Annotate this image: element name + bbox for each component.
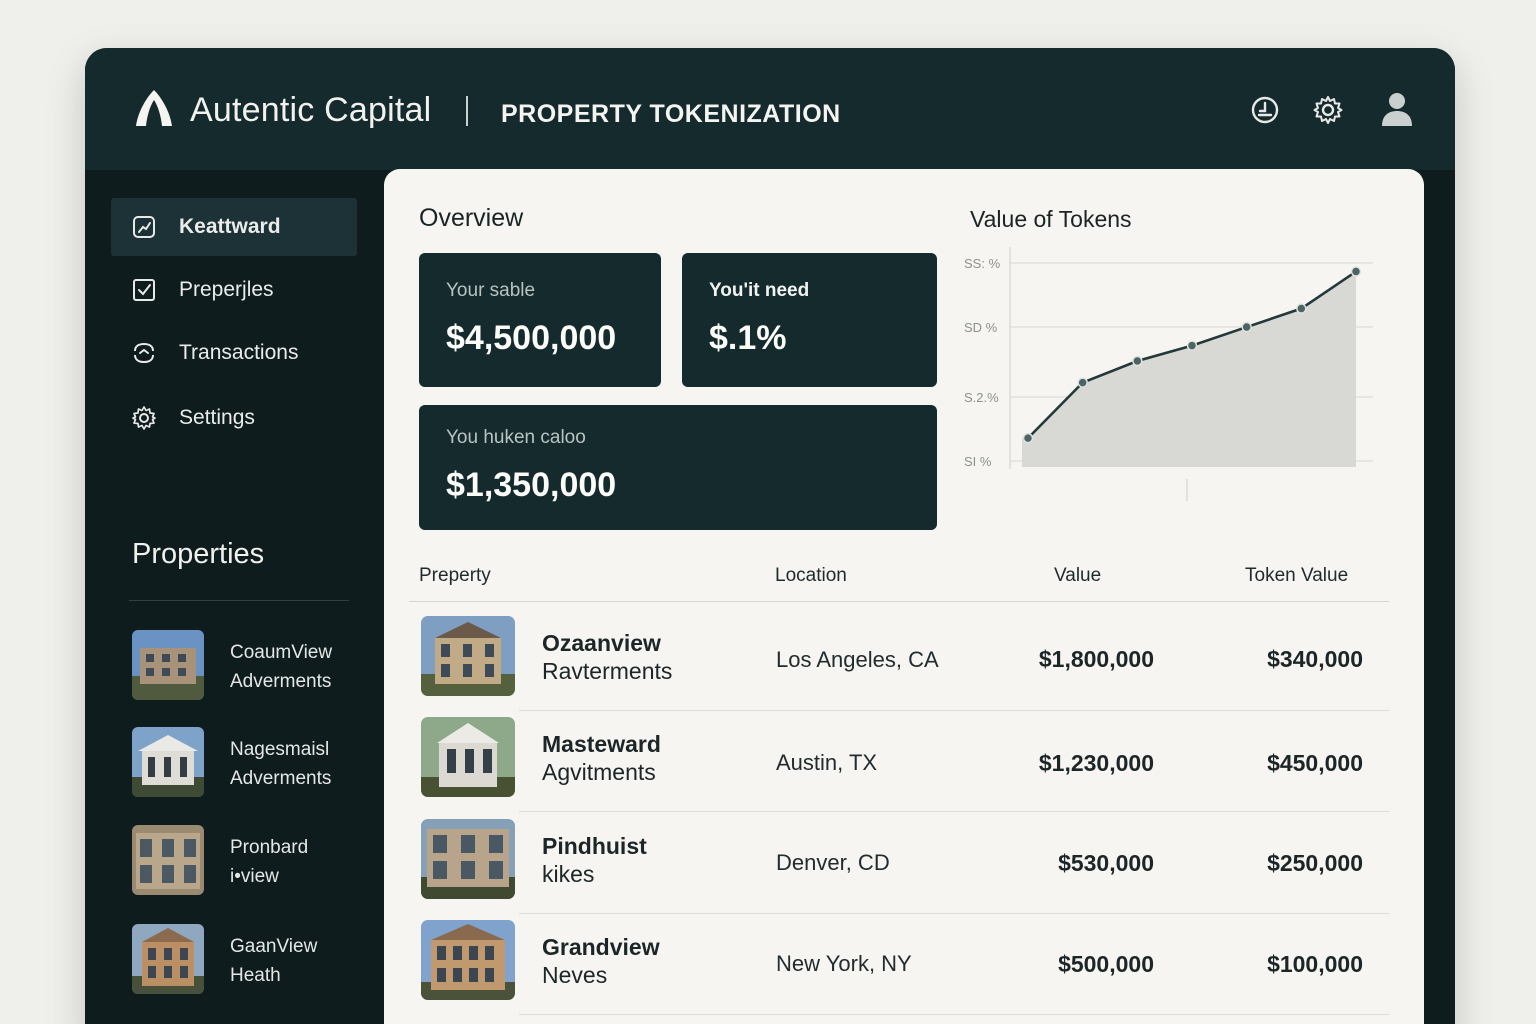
column-header-value[interactable]: Value [1054, 565, 1101, 587]
stat-card-balance: Your sable $4,500,000 [419, 253, 661, 387]
column-header-token-value[interactable]: Token Value [1245, 565, 1348, 587]
property-name: GaanView Heath [230, 936, 318, 986]
sidebar: Keattward Preperjles Transactions Settin… [85, 170, 383, 1024]
chart-title: Value of Tokens [970, 206, 1132, 232]
stat-value: $.1% [709, 319, 787, 357]
sidebar-property-item[interactable]: CoaumView Adverments [132, 630, 372, 702]
gear-icon [132, 406, 156, 430]
property-thumbnail [421, 717, 515, 797]
property-value: $530,000 [1058, 850, 1154, 876]
sidebar-property-item[interactable]: GaanView Heath [132, 924, 372, 996]
dashboard-icon [133, 216, 155, 238]
main-panel: Overview Your sable $4,500,000 You'it ne… [384, 169, 1424, 1024]
row-divider [519, 1014, 1389, 1015]
data-point [1241, 321, 1252, 333]
data-point [1022, 432, 1034, 444]
app-window: Autentic Capital PROPERTY TOKENIZATION K… [85, 48, 1455, 1024]
property-name: Pronbard i•view [230, 837, 309, 887]
sidebar-item-properties[interactable]: Preperjles [111, 261, 357, 319]
property-location: Los Angeles, CA [776, 647, 939, 672]
data-point [1350, 266, 1362, 277]
properties-heading: Properties [132, 538, 265, 570]
data-point [1296, 303, 1307, 314]
divider [129, 600, 349, 601]
property-name: Nagesmaisl Adverments [230, 739, 332, 789]
property-value: $500,000 [1058, 951, 1154, 977]
property-thumbnail [421, 616, 515, 696]
sidebar-item-dashboard[interactable]: Keattward [111, 198, 357, 256]
top-bar: Autentic Capital PROPERTY TOKENIZATION [85, 48, 1455, 170]
table-row[interactable]: Ozaanview Ravterments Los Angeles, CA $1,… [409, 609, 1389, 711]
sidebar-item-label: Preperjles [179, 278, 274, 301]
exchange-icon [134, 342, 154, 364]
property-thumbnail [421, 920, 515, 1000]
data-point [1132, 355, 1143, 367]
property-location: Denver, CD [776, 850, 890, 875]
gear-icon[interactable] [1312, 94, 1344, 126]
table-row[interactable]: Masteward Agvitments Austin, TX $1,230,00… [409, 711, 1389, 812]
property-thumbnail [421, 819, 515, 899]
stat-card-need: You'it need $.1% [682, 253, 937, 387]
data-point [1186, 340, 1198, 351]
column-header-property[interactable]: Preperty [419, 565, 491, 587]
clock-icon[interactable] [1249, 94, 1281, 126]
stat-label: You huken caloo [446, 427, 586, 448]
property-token-value: $340,000 [1267, 646, 1363, 672]
sidebar-item-settings[interactable]: Settings [111, 389, 357, 447]
logo-icon [136, 90, 172, 126]
property-value: $1,800,000 [1038, 646, 1154, 672]
sidebar-property-item[interactable]: Pronbard i•view [132, 825, 372, 897]
area-fill [1022, 271, 1356, 467]
property-thumbnail [132, 630, 204, 700]
brand-divider [466, 96, 468, 126]
property-token-value: $450,000 [1267, 750, 1363, 776]
stat-value: $1,350,000 [446, 466, 617, 504]
property-thumbnail [132, 825, 204, 895]
sidebar-item-transactions[interactable]: Transactions [111, 324, 357, 382]
page-title: PROPERTY TOKENIZATION [501, 100, 841, 128]
stat-label: You'it need [709, 280, 810, 301]
user-icon[interactable] [1380, 90, 1414, 126]
y-tick-label: SS: % [964, 256, 1001, 271]
sidebar-item-label: Transactions [179, 341, 299, 364]
table-row[interactable]: Pindhuist kikes Denver, CD $530,000 $250,… [409, 812, 1389, 914]
stat-value: $4,500,000 [446, 319, 617, 357]
property-name: Masteward Agvitments [542, 731, 661, 785]
property-location: New York, NY [776, 951, 912, 976]
property-thumbnail [132, 727, 204, 797]
checkbox-icon [133, 279, 155, 301]
data-point [1077, 377, 1088, 388]
property-thumbnail [132, 924, 204, 994]
property-value: $1,230,000 [1038, 750, 1154, 776]
stat-label: Your sable [446, 280, 536, 301]
overview-title: Overview [419, 204, 524, 232]
y-tick-label: S.2.% [964, 390, 999, 405]
sidebar-property-item[interactable]: Nagesmaisl Adverments [132, 727, 372, 799]
y-tick-label: SD % [964, 320, 998, 335]
brand-name: Autentic Capital [190, 91, 432, 129]
stat-card-token-value: You huken caloo $1,350,000 [419, 405, 937, 530]
property-name: Pindhuist kikes [542, 833, 647, 887]
column-header-location[interactable]: Location [775, 565, 847, 587]
property-name: Grandview Neves [542, 934, 660, 988]
property-token-value: $100,000 [1267, 951, 1363, 977]
property-location: Austin, TX [776, 750, 878, 775]
property-name: CoaumView Adverments [230, 642, 333, 692]
token-value-chart: SS: % SD % S.2.% SI % [964, 247, 1373, 501]
sidebar-item-label: Settings [179, 406, 255, 429]
sidebar-item-label: Keattward [179, 215, 281, 238]
header-divider [409, 601, 1389, 602]
property-name: Ozaanview Ravterments [542, 630, 673, 684]
property-token-value: $250,000 [1267, 850, 1363, 876]
y-tick-label: SI % [964, 454, 992, 469]
table-row[interactable]: Grandview Neves New York, NY $500,000 $10… [409, 914, 1389, 1015]
